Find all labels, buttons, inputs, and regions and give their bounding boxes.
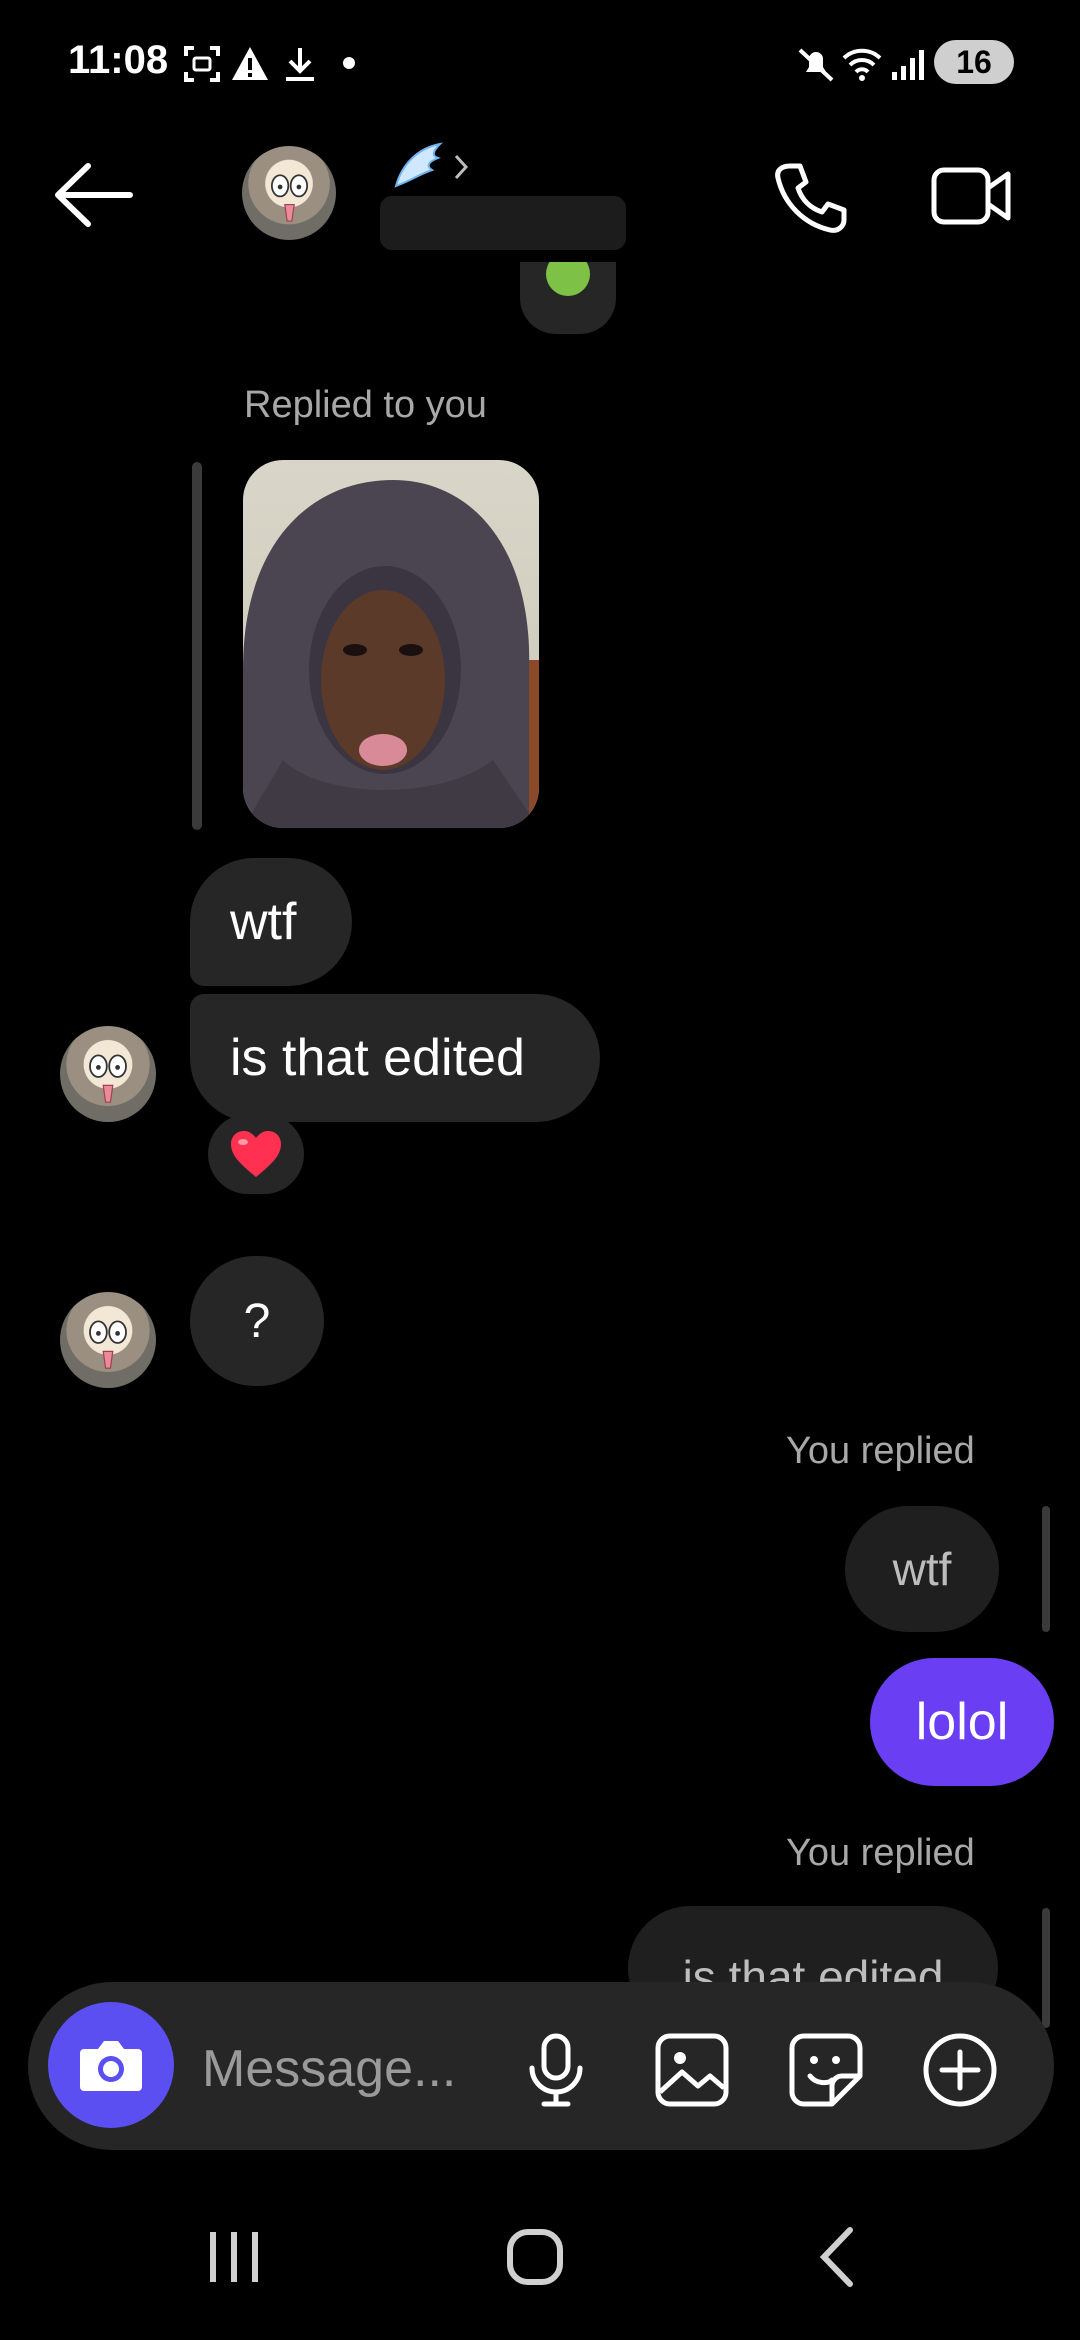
camera-button[interactable]	[48, 2002, 174, 2128]
download-icon	[286, 48, 314, 81]
back-nav-icon[interactable]	[812, 2222, 862, 2292]
replied-to-you-label: Replied to you	[244, 384, 487, 426]
chevron-right-icon[interactable]	[452, 152, 470, 182]
red-heart-icon	[231, 1131, 281, 1177]
quoted-message[interactable]: wtf	[845, 1506, 999, 1632]
contact-avatar[interactable]	[242, 146, 336, 240]
home-icon[interactable]	[504, 2222, 566, 2292]
recent-apps-icon[interactable]	[204, 2222, 264, 2292]
anime-face-icon	[89, 1054, 127, 1103]
photo-hooded-person	[243, 480, 539, 828]
mute-icon	[798, 48, 834, 82]
signal-icon	[892, 50, 924, 80]
reaction-bubble-partial	[520, 262, 616, 334]
arrow-left-icon[interactable]	[52, 160, 134, 230]
reply-indicator-bar	[1042, 1908, 1050, 2028]
plus-circle-icon[interactable]	[920, 2030, 1000, 2110]
anime-face-icon	[270, 174, 308, 222]
sender-avatar[interactable]	[60, 1292, 156, 1388]
status-time: 11:08	[68, 38, 169, 82]
redacted-contact-name[interactable]	[380, 196, 626, 250]
screenshot-icon	[184, 46, 220, 82]
outgoing-message[interactable]: lolol	[870, 1658, 1054, 1786]
you-replied-label: You replied	[786, 1832, 975, 1874]
anime-face-icon	[89, 1320, 127, 1369]
battery-level: 16	[956, 43, 992, 80]
phone-icon[interactable]	[770, 158, 850, 238]
sticker-icon[interactable]	[786, 2030, 866, 2110]
quoted-text: wtf	[892, 1543, 952, 1595]
message-text: wtf	[230, 893, 297, 951]
message-text: is that edited	[230, 1029, 525, 1087]
camera-icon	[80, 2041, 142, 2091]
reply-indicator-bar	[192, 462, 202, 830]
wing-icon	[394, 142, 443, 188]
wifi-icon	[842, 48, 882, 81]
message-text: ?	[243, 1294, 271, 1348]
sender-avatar[interactable]	[60, 1026, 156, 1122]
incoming-message[interactable]: is that edited	[190, 994, 600, 1122]
battery-indicator: 16	[934, 40, 1014, 84]
video-camera-icon[interactable]	[930, 160, 1014, 232]
message-text: lolol	[915, 1693, 1009, 1751]
gallery-icon[interactable]	[652, 2030, 732, 2110]
message-input[interactable]	[200, 2028, 494, 2110]
reaction-badge[interactable]	[208, 1114, 304, 1194]
you-replied-label: You replied	[786, 1430, 975, 1472]
nauseated-face-icon	[546, 262, 590, 296]
microphone-icon[interactable]	[516, 2030, 596, 2110]
replied-photo[interactable]	[243, 460, 539, 828]
dot-icon	[343, 57, 355, 69]
alert-icon	[232, 47, 268, 80]
incoming-message[interactable]: ?	[190, 1256, 324, 1386]
incoming-message[interactable]: wtf	[190, 858, 352, 986]
reply-indicator-bar	[1042, 1506, 1050, 1632]
